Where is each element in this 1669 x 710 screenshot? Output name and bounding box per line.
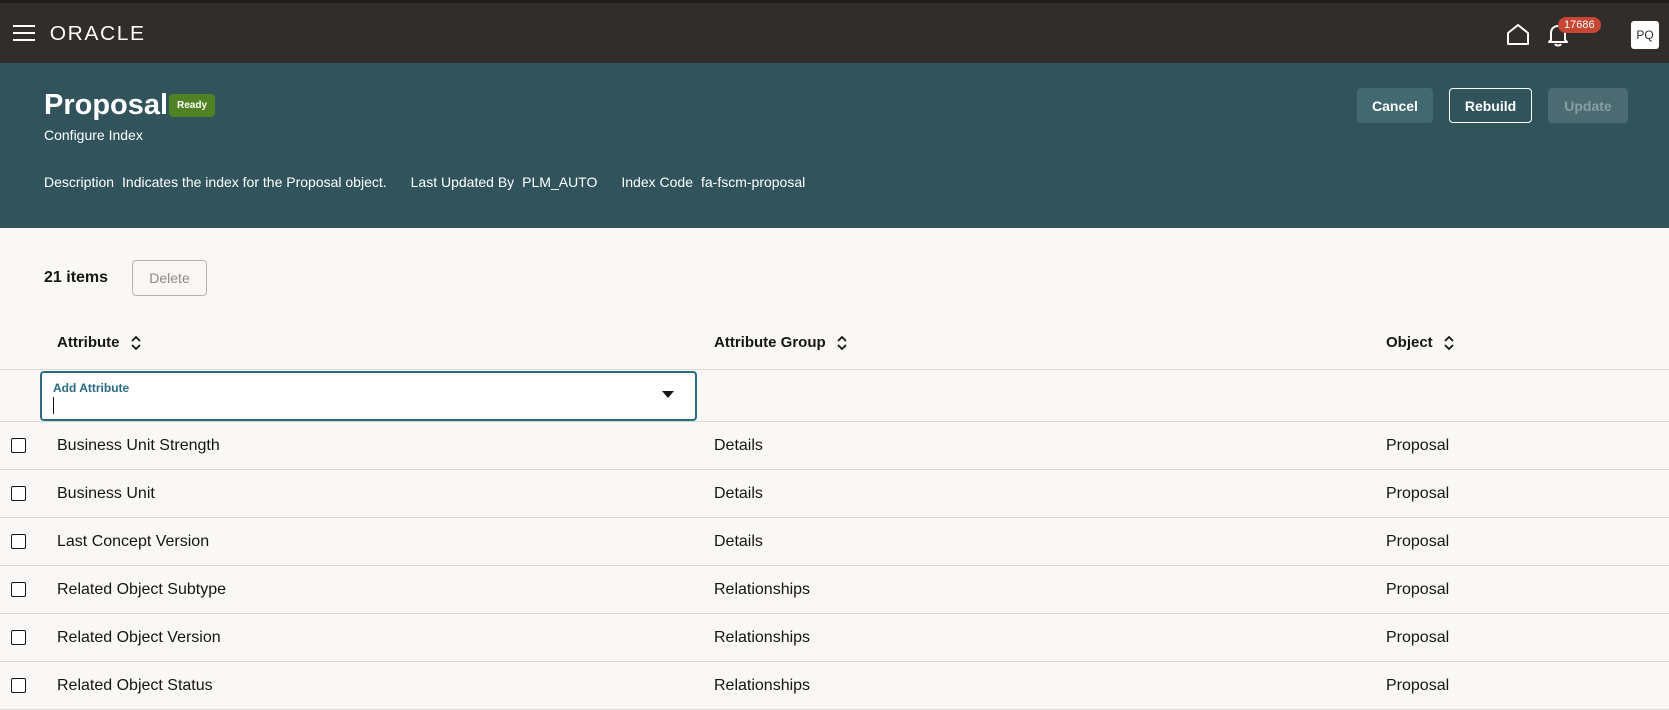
text-cursor bbox=[53, 397, 54, 414]
index-code-label: Index Code bbox=[621, 174, 693, 190]
chevron-down-icon[interactable] bbox=[662, 391, 674, 399]
update-button[interactable]: Update bbox=[1548, 88, 1628, 123]
cell-object: Proposal bbox=[1386, 629, 1450, 646]
table-header-row: Attribute Attribute Group Object bbox=[0, 319, 1669, 370]
description-value: Indicates the index for the Proposal obj… bbox=[122, 174, 387, 190]
index-code-value: fa-fscm-proposal bbox=[700, 174, 806, 190]
cell-attribute-group: Details bbox=[714, 437, 763, 454]
last-updated-label: Last Updated By bbox=[410, 174, 515, 190]
page-subtitle: Configure Index bbox=[44, 127, 143, 143]
table-row[interactable]: Business Unit Strength Details Proposal bbox=[0, 422, 1669, 470]
delete-button[interactable]: Delete bbox=[132, 260, 207, 296]
row-checkbox[interactable] bbox=[11, 678, 26, 693]
sort-icon[interactable] bbox=[130, 335, 142, 351]
page-header: Proposal Ready Configure Index Descripti… bbox=[0, 63, 1669, 228]
table-row[interactable]: Related Object Version Relationships Pro… bbox=[0, 614, 1669, 662]
menu-icon[interactable] bbox=[13, 25, 35, 43]
row-checkbox[interactable] bbox=[11, 630, 26, 645]
column-header-attribute-group[interactable]: Attribute Group bbox=[714, 334, 848, 351]
add-attribute-row: Add Attribute bbox=[0, 370, 1669, 422]
row-checkbox[interactable] bbox=[11, 486, 26, 501]
cell-object: Proposal bbox=[1386, 485, 1450, 502]
column-header-label: Attribute Group bbox=[714, 334, 826, 351]
cancel-button[interactable]: Cancel bbox=[1357, 88, 1433, 123]
cell-attribute: Related Object Version bbox=[57, 629, 221, 646]
table-row[interactable]: Related Object Status Relationships Prop… bbox=[0, 662, 1669, 710]
table-row[interactable]: Business Unit Details Proposal bbox=[0, 470, 1669, 518]
oracle-logo[interactable]: ORACLE bbox=[50, 23, 146, 46]
column-header-label: Object bbox=[1386, 334, 1433, 351]
cell-attribute-group: Relationships bbox=[714, 581, 811, 598]
add-attribute-label: Add Attribute bbox=[53, 381, 130, 395]
cell-object: Proposal bbox=[1386, 677, 1450, 694]
status-badge: Ready bbox=[169, 94, 216, 117]
attributes-table: Attribute Attribute Group Object Add Att… bbox=[0, 319, 1669, 710]
notification-count-badge[interactable]: 17686 bbox=[1558, 17, 1601, 33]
metadata-row: Description Indicates the index for the … bbox=[44, 174, 829, 190]
cell-object: Proposal bbox=[1386, 533, 1450, 550]
cell-attribute: Business Unit bbox=[57, 485, 155, 502]
column-header-attribute[interactable]: Attribute bbox=[57, 334, 142, 351]
cell-attribute: Last Concept Version bbox=[57, 533, 210, 550]
cell-attribute: Related Object Subtype bbox=[57, 581, 226, 598]
cell-attribute-group: Relationships bbox=[714, 677, 811, 694]
column-header-label: Attribute bbox=[57, 334, 120, 351]
cell-attribute-group: Details bbox=[714, 485, 763, 502]
table-row[interactable]: Last Concept Version Details Proposal bbox=[0, 518, 1669, 566]
cell-object: Proposal bbox=[1386, 581, 1450, 598]
sort-icon[interactable] bbox=[1443, 335, 1455, 351]
row-checkbox[interactable] bbox=[11, 582, 26, 597]
column-header-object[interactable]: Object bbox=[1386, 334, 1455, 351]
cell-attribute: Business Unit Strength bbox=[57, 437, 220, 454]
user-avatar[interactable]: PQ bbox=[1631, 21, 1659, 49]
table-row[interactable]: Related Object Subtype Relationships Pro… bbox=[0, 566, 1669, 614]
items-count: 21 items bbox=[44, 269, 109, 286]
description-label: Description bbox=[44, 174, 115, 190]
cell-object: Proposal bbox=[1386, 437, 1450, 454]
add-attribute-combobox[interactable]: Add Attribute bbox=[40, 371, 697, 421]
cell-attribute-group: Relationships bbox=[714, 629, 811, 646]
row-checkbox[interactable] bbox=[11, 534, 26, 549]
last-updated-value: PLM_AUTO bbox=[522, 174, 598, 190]
sort-icon[interactable] bbox=[836, 335, 848, 351]
home-icon[interactable] bbox=[1506, 23, 1530, 45]
cell-attribute-group: Details bbox=[714, 533, 763, 550]
cell-attribute: Related Object Status bbox=[57, 677, 213, 694]
rebuild-button[interactable]: Rebuild bbox=[1449, 88, 1532, 123]
top-navigation-bar: ORACLE 17686 PQ bbox=[0, 0, 1669, 63]
row-checkbox[interactable] bbox=[11, 438, 26, 453]
page-title: Proposal bbox=[44, 89, 169, 121]
